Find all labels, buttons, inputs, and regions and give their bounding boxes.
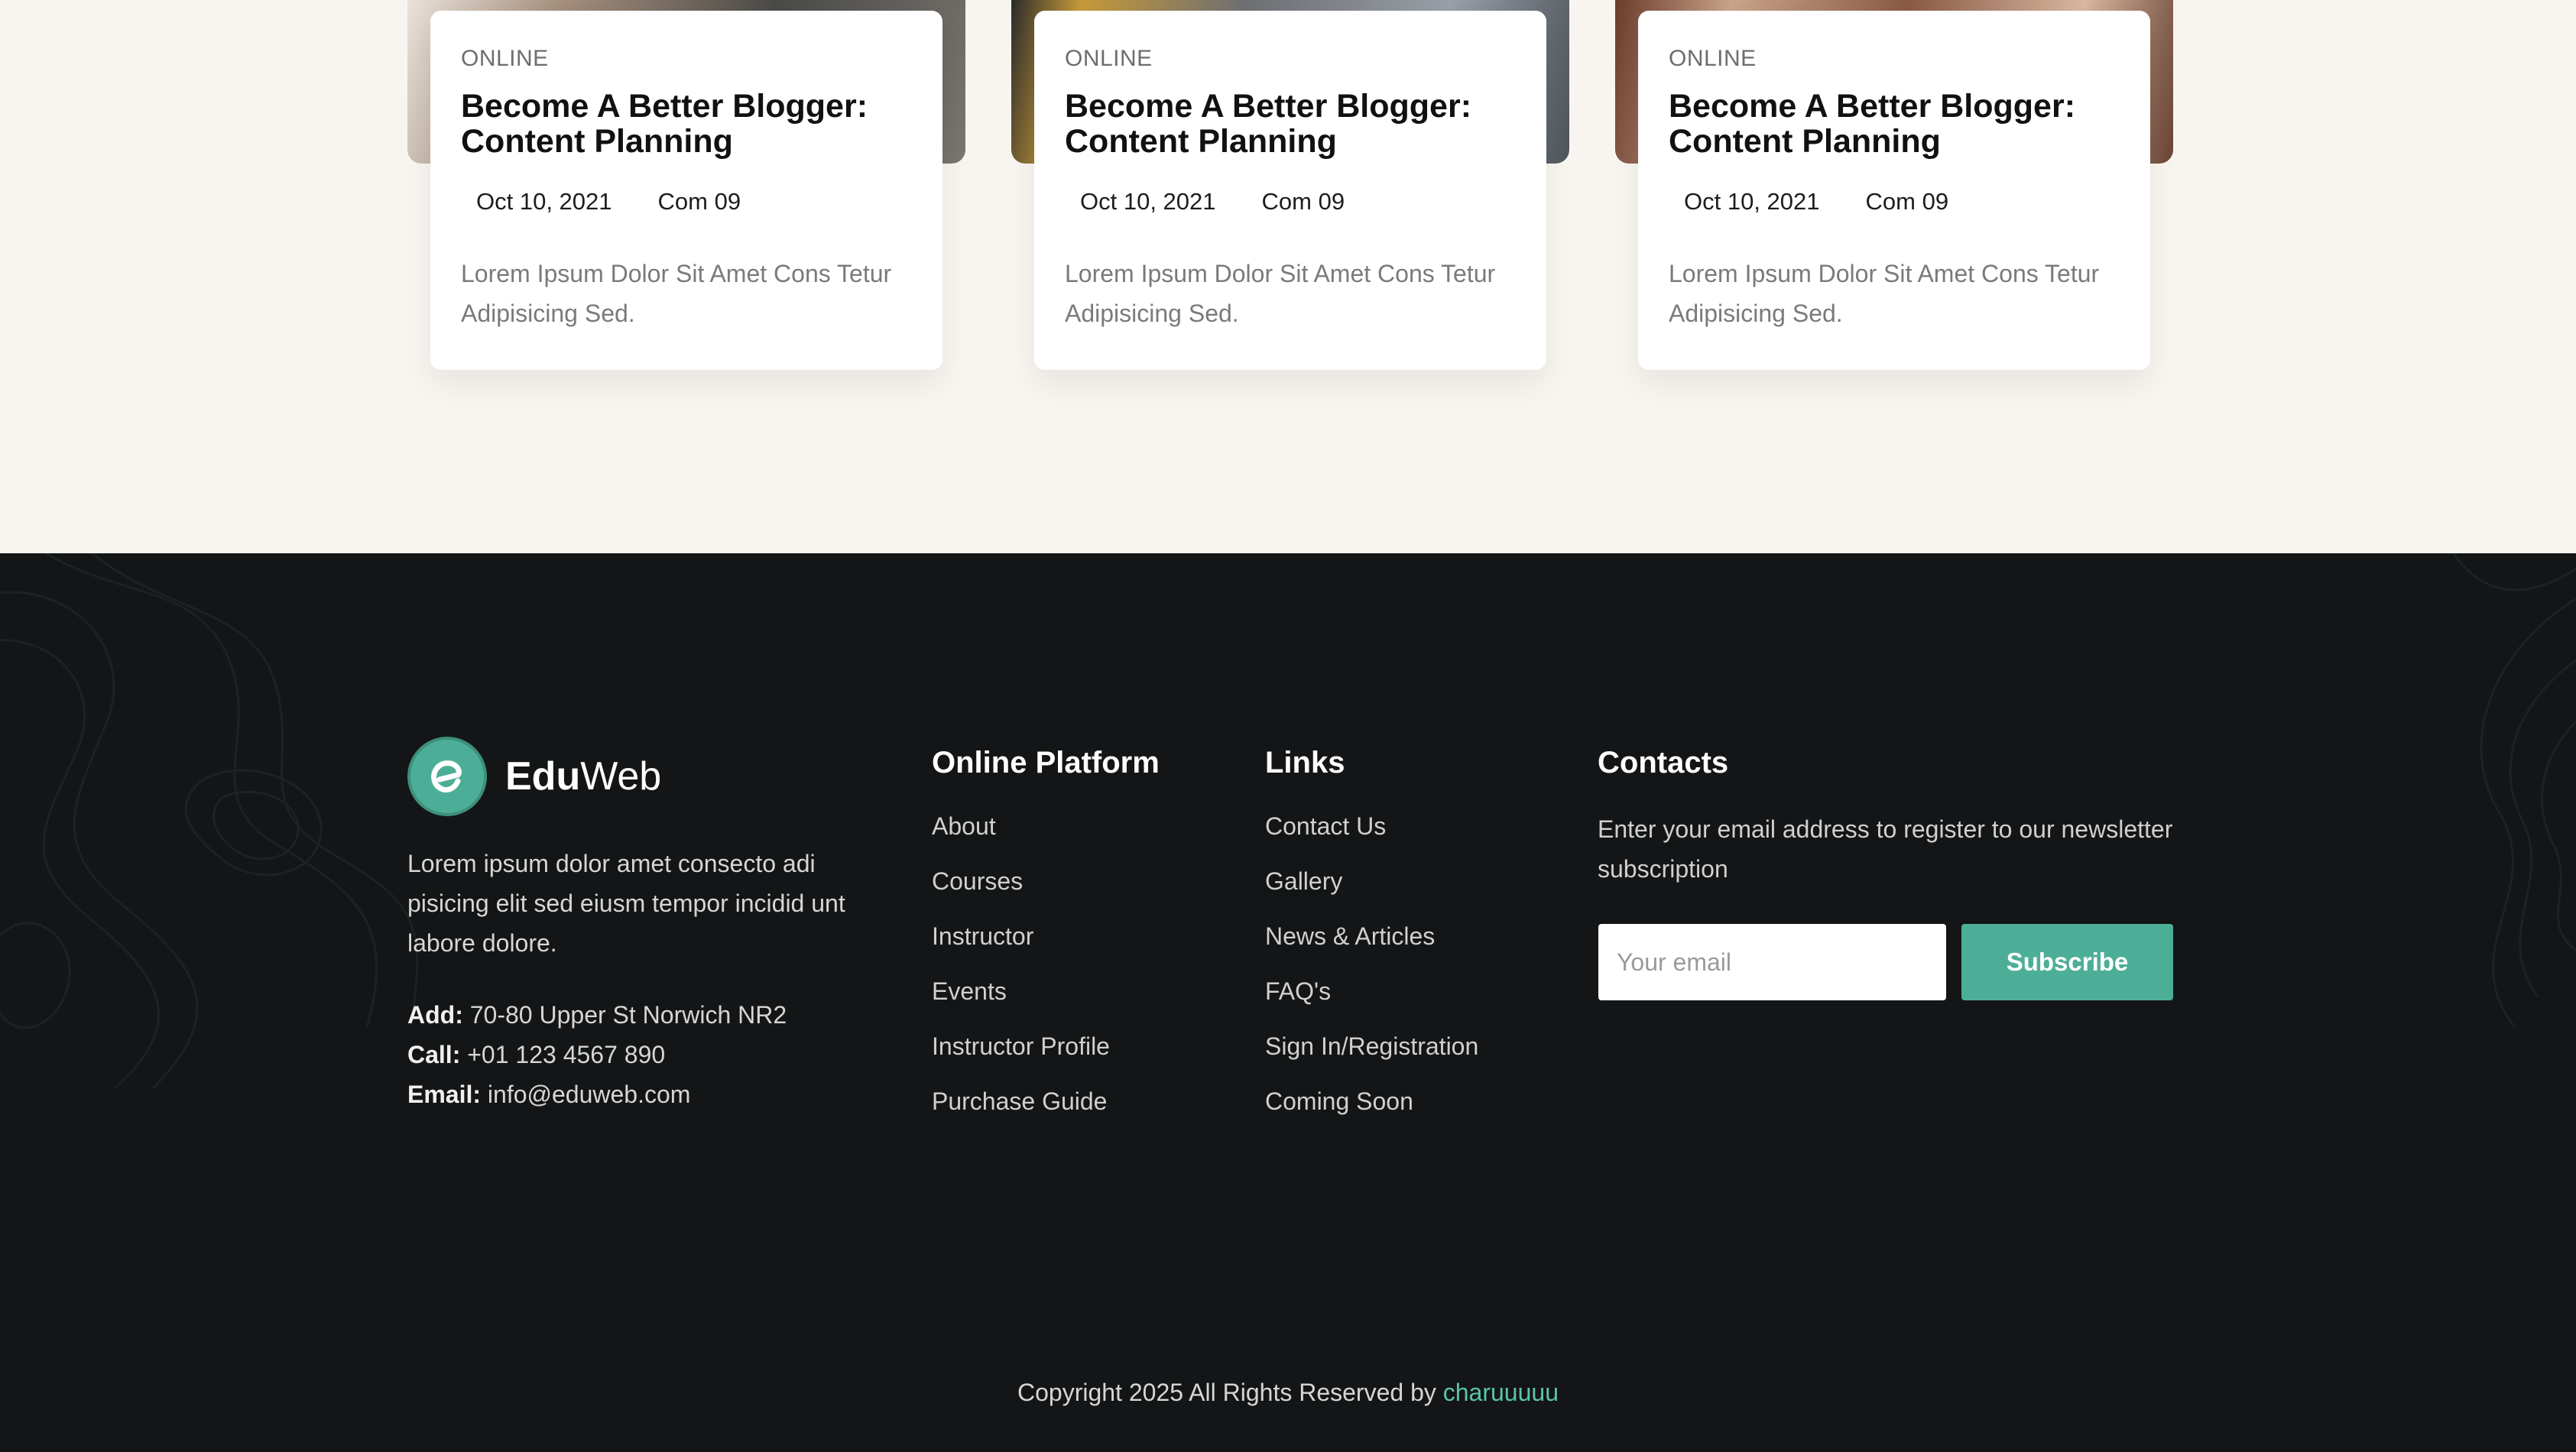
post-excerpt: Lorem Ipsum Dolor Sit Amet Cons Tetur Ad…: [461, 260, 892, 327]
footer-brand-logo[interactable]: EduWeb: [407, 737, 661, 816]
footer-contact-info: Add: 70-80 Upper St Norwich NR2 Call: +0…: [407, 995, 787, 1114]
post-card-body: ONLINE Become A Better Blogger: Content …: [430, 11, 942, 370]
email-input[interactable]: [1598, 924, 1946, 1000]
post-meta: Oct 10, 2021 Com 09: [461, 188, 912, 216]
footer-link-purchase-guide[interactable]: Purchase Guide: [932, 1086, 1160, 1141]
footer-link-events[interactable]: Events: [932, 976, 1160, 1031]
footer-link-about[interactable]: About: [932, 811, 1160, 866]
post-excerpt: Lorem Ipsum Dolor Sit Amet Cons Tetur Ad…: [1065, 260, 1496, 327]
post-card-body: ONLINE Become A Better Blogger: Content …: [1034, 11, 1546, 370]
post-title[interactable]: Become A Better Blogger: Content Plannin…: [1669, 89, 2097, 159]
post-excerpt: Lorem Ipsum Dolor Sit Amet Cons Tetur Ad…: [1669, 260, 2100, 327]
footer-link-sign-in[interactable]: Sign In/Registration: [1265, 1031, 1478, 1086]
footer-link-coming-soon[interactable]: Coming Soon: [1265, 1086, 1478, 1141]
newsletter-text: Enter your email address to register to …: [1598, 815, 2173, 883]
post-title[interactable]: Become A Better Blogger: Content Plannin…: [461, 89, 889, 159]
links-column: Links Contact Us Gallery News & Articles…: [1265, 746, 1478, 1141]
footer-about-text: Lorem ipsum dolor amet consecto adi pisi…: [407, 850, 845, 957]
e-logo-icon: [407, 737, 487, 816]
address-line: Add: 70-80 Upper St Norwich NR2: [407, 1001, 787, 1029]
post-tag: ONLINE: [1669, 46, 1757, 71]
blog-post-card[interactable]: ONLINE Become A Better Blogger: Content …: [1011, 0, 1569, 374]
post-title[interactable]: Become A Better Blogger: Content Plannin…: [1065, 89, 1493, 159]
topographic-pattern-left: [0, 553, 419, 1088]
footer-link-faqs[interactable]: FAQ's: [1265, 976, 1478, 1031]
blog-post-card[interactable]: ONLINE Become A Better Blogger: Content …: [407, 0, 965, 374]
contacts-heading: Contacts: [1598, 746, 1729, 779]
post-date: Oct 10, 2021: [476, 188, 612, 215]
post-date: Oct 10, 2021: [1080, 188, 1216, 215]
footer-link-contact-us[interactable]: Contact Us: [1265, 811, 1478, 866]
footer-link-news-articles[interactable]: News & Articles: [1265, 921, 1478, 976]
subscribe-button[interactable]: Subscribe: [1961, 924, 2173, 1000]
footer-link-courses[interactable]: Courses: [932, 866, 1160, 921]
post-comments: Com 09: [1261, 188, 1345, 215]
footer-link-instructor[interactable]: Instructor: [932, 921, 1160, 976]
post-date: Oct 10, 2021: [1684, 188, 1820, 215]
newsletter-form: Subscribe: [1598, 924, 2173, 1000]
online-platform-heading: Online Platform: [932, 746, 1160, 779]
email-line[interactable]: Email: info@eduweb.com: [407, 1074, 787, 1114]
author-link[interactable]: charuuuuu: [1443, 1379, 1559, 1406]
phone-line[interactable]: Call: +01 123 4567 890: [407, 1035, 787, 1074]
footer-link-gallery[interactable]: Gallery: [1265, 866, 1478, 921]
post-meta: Oct 10, 2021 Com 09: [1065, 188, 1516, 216]
contacts-column: Contacts Enter your email address to reg…: [1598, 746, 2179, 889]
blog-section: ONLINE Become A Better Blogger: Content …: [0, 0, 2576, 553]
post-comments: Com 09: [657, 188, 741, 215]
copyright-text: Copyright 2025 All Rights Reserved by ch…: [1017, 1379, 1559, 1406]
online-platform-column: Online Platform About Courses Instructor…: [932, 746, 1160, 1141]
site-footer: EduWeb Lorem ipsum dolor amet consecto a…: [0, 553, 2576, 1452]
post-meta: Oct 10, 2021 Com 09: [1669, 188, 2120, 216]
post-tag: ONLINE: [461, 46, 549, 71]
topographic-pattern-right: [2452, 553, 2576, 1028]
post-tag: ONLINE: [1065, 46, 1153, 71]
brand-name: EduWeb: [505, 754, 662, 799]
post-card-body: ONLINE Become A Better Blogger: Content …: [1638, 11, 2150, 370]
footer-link-instructor-profile[interactable]: Instructor Profile: [932, 1031, 1160, 1086]
post-comments: Com 09: [1865, 188, 1949, 215]
links-heading: Links: [1265, 746, 1345, 779]
blog-post-card[interactable]: ONLINE Become A Better Blogger: Content …: [1615, 0, 2173, 374]
